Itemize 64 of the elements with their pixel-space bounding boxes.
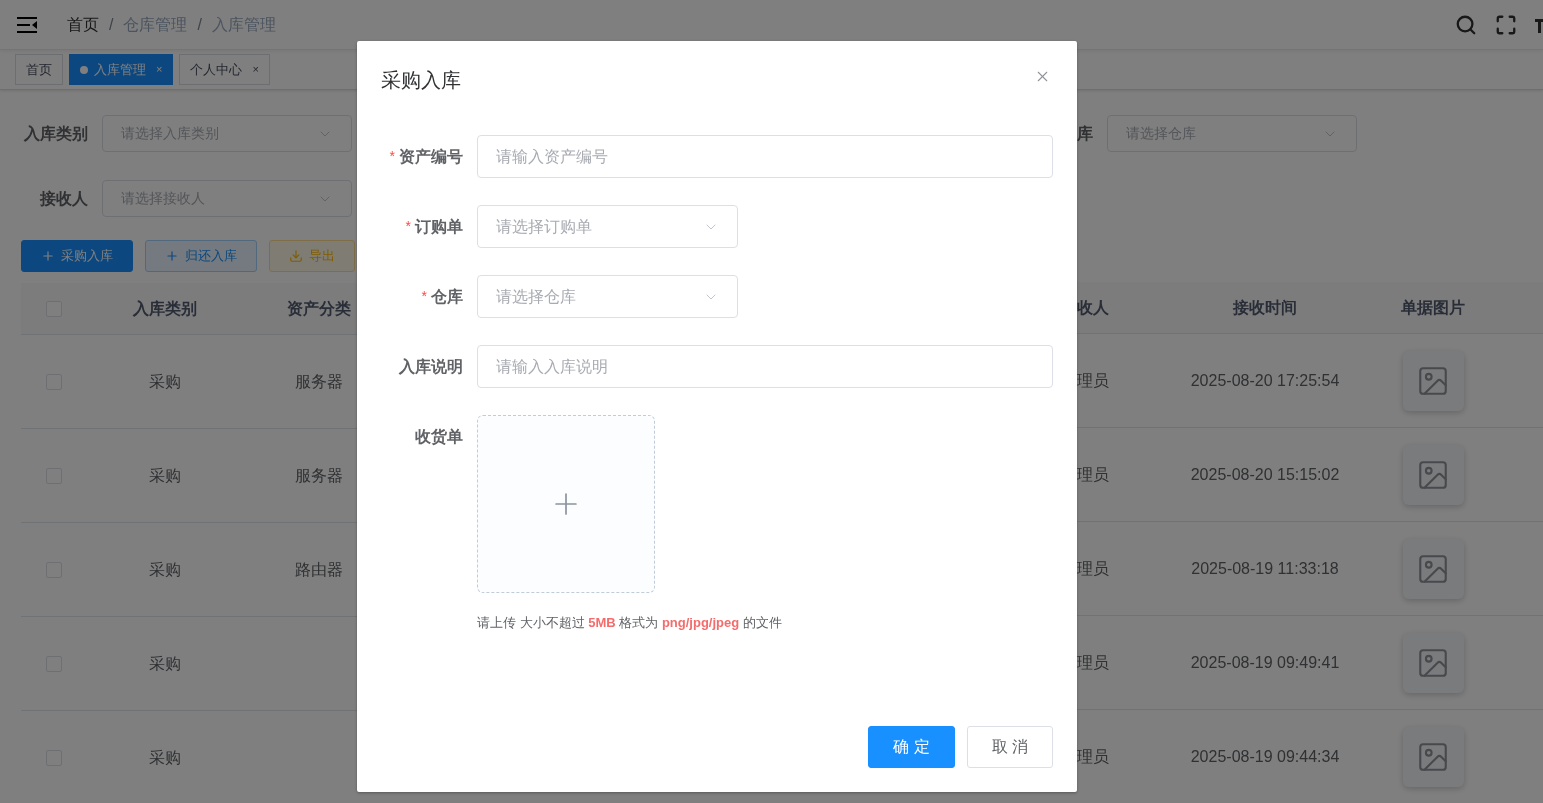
table-cell-text: 采购	[149, 371, 181, 392]
image-thumbnail[interactable]	[1402, 632, 1464, 693]
table-cell: 理员	[1077, 559, 1109, 577]
column-header: 资产分类	[287, 298, 351, 319]
table-cell-text: 路由器	[295, 559, 343, 580]
table-cell: 理员	[1077, 371, 1109, 389]
cancel-button[interactable]: 取 消	[966, 726, 1053, 768]
filter-label: 接收人	[39, 188, 88, 209]
fullscreen-icon[interactable]	[1495, 13, 1517, 36]
table-cell-text: 服务器	[295, 371, 343, 392]
toolbar-button[interactable]: 导出	[269, 240, 355, 272]
download-icon	[289, 249, 303, 263]
table-cell-text: 采购	[149, 465, 181, 486]
table-cell-text: 2025-08-19 09:44:34	[1190, 746, 1340, 767]
field-label: 订购单	[415, 216, 463, 237]
field-label: 资产编号	[399, 146, 463, 167]
select-field[interactable]: 请选择仓库	[477, 275, 738, 318]
select-field[interactable]: 请选择订购单	[477, 205, 738, 248]
table-cell-text: 采购	[149, 653, 181, 674]
column-header: 收人	[1077, 298, 1109, 316]
confirm-button[interactable]: 确 定	[868, 726, 955, 768]
image-thumbnail[interactable]	[1402, 350, 1464, 411]
table-cell-text: 服务器	[295, 465, 343, 486]
table-cell-text: 采购	[149, 747, 181, 768]
required-mark: *	[389, 147, 395, 166]
tag-tab[interactable]: 入库管理 ×	[69, 54, 174, 85]
field-label: 收货单	[415, 426, 463, 448]
table-cell-text: 2025-08-20 17:25:54	[1190, 370, 1340, 391]
table-cell: 理员	[1077, 747, 1109, 765]
table-cell: 理员	[1077, 465, 1109, 483]
tag-tab[interactable]: 首页	[15, 54, 63, 85]
input-field[interactable]: 请输入入库说明	[477, 345, 1053, 388]
image-thumbnail[interactable]	[1402, 444, 1464, 505]
toolbar-button[interactable]: 采购入库	[21, 240, 133, 272]
field-label: 入库说明	[399, 356, 463, 377]
column-header: 入库类别	[133, 298, 197, 319]
upload-tip: 请上传 大小不超过 5MB 格式为 png/jpg/jpeg 的文件	[477, 614, 782, 632]
table-cell-text: 2025-08-19 09:49:41	[1190, 652, 1340, 673]
table-cell-text: 2025-08-20 15:15:02	[1190, 464, 1340, 485]
image-thumbnail[interactable]	[1402, 538, 1464, 599]
plus-icon	[165, 249, 179, 263]
breadcrumb-item[interactable]: 首页	[67, 12, 99, 37]
required-mark: *	[405, 217, 411, 236]
menu-icon[interactable]	[17, 15, 37, 34]
table-cell-text: 2025-08-19 11:33:18	[1191, 558, 1339, 579]
filter-label: 库	[1077, 123, 1093, 144]
field-label: 仓库	[431, 286, 463, 307]
filter-label: 入库类别	[23, 123, 88, 144]
table-cell-text: 采购	[149, 559, 181, 580]
required-mark: *	[421, 287, 427, 306]
dialog-title: 采购入库	[381, 68, 461, 93]
breadcrumb-separator: /	[109, 14, 114, 35]
column-header: 接收时间	[1233, 297, 1297, 318]
input-field[interactable]: 请输入资产编号	[477, 135, 1053, 178]
search-icon[interactable]	[1455, 13, 1477, 36]
image-thumbnail[interactable]	[1402, 726, 1464, 787]
close-icon[interactable]: ×	[252, 61, 259, 78]
close-icon[interactable]: ×	[156, 61, 163, 78]
breadcrumb-separator: /	[197, 14, 202, 35]
toolbar-button[interactable]: 归还入库	[145, 240, 257, 272]
table-cell: 理员	[1077, 653, 1109, 671]
tag-tab[interactable]: 个人中心 ×	[179, 54, 270, 85]
plus-icon	[41, 249, 55, 263]
column-header: 单据图片	[1401, 297, 1465, 318]
